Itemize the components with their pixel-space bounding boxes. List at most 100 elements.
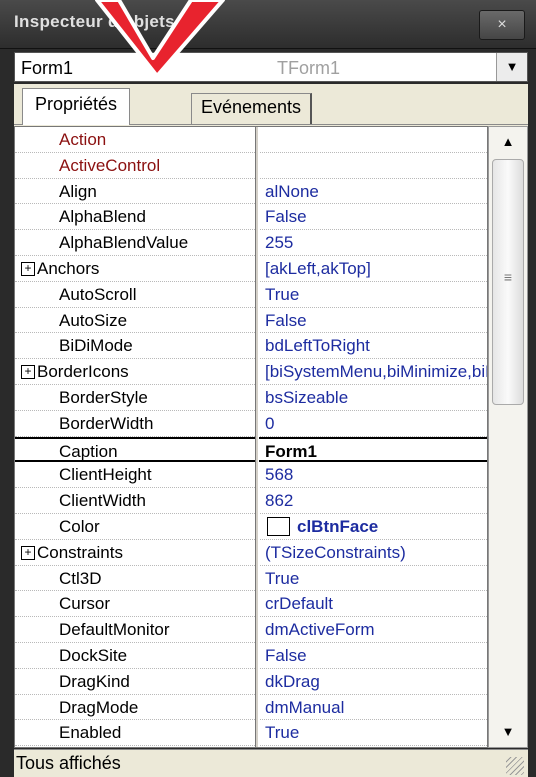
property-row[interactable]: ClientWidth 862 xyxy=(15,488,487,514)
property-value-cell[interactable]: True xyxy=(261,566,487,591)
property-value-cell[interactable] xyxy=(261,153,487,178)
property-name-cell: + Constraints xyxy=(15,540,255,565)
property-row[interactable]: AlphaBlendValue 255 xyxy=(15,230,487,256)
property-row[interactable]: BiDiMode bdLeftToRight xyxy=(15,333,487,360)
property-value-cell[interactable]: [akLeft,akTop] xyxy=(261,256,487,281)
property-value-cell[interactable]: 255 xyxy=(261,230,487,255)
property-row[interactable]: + Anchors [akLeft,akTop] xyxy=(15,256,487,282)
property-value-cell[interactable]: (TSizeConstraints) xyxy=(261,540,487,565)
property-name: BorderIcons xyxy=(37,362,129,382)
property-value-cell[interactable]: Form1 xyxy=(261,438,487,461)
property-value-cell[interactable]: False xyxy=(261,204,487,229)
status-bar: Tous affichés xyxy=(14,749,528,777)
property-row[interactable]: DefaultMonitor dmActiveForm xyxy=(15,617,487,643)
property-name: Ctl3D xyxy=(59,568,102,588)
property-row[interactable]: DragKind dkDrag xyxy=(15,669,487,695)
property-value-cell[interactable]: clBtnFace xyxy=(261,514,487,539)
property-row[interactable]: Enabled True xyxy=(15,720,487,747)
property-row[interactable]: BorderWidth 0 xyxy=(15,411,487,437)
property-value: True xyxy=(265,723,300,743)
status-text: Tous affichés xyxy=(16,753,121,773)
tab-strip: Propriétés Evénements xyxy=(14,84,528,125)
scroll-down-icon[interactable]: ▼ xyxy=(489,717,527,747)
property-name-cell: BorderStyle xyxy=(15,385,255,410)
vertical-scrollbar[interactable]: ▲ ≡ ▼ xyxy=(488,126,528,748)
property-row[interactable]: Caption Form1 xyxy=(15,436,487,463)
property-name: Constraints xyxy=(37,542,123,562)
property-row[interactable]: + Constraints (TSizeConstraints) xyxy=(15,540,487,566)
column-splitter[interactable] xyxy=(255,127,259,747)
property-row[interactable]: BorderStyle bsSizeable xyxy=(15,385,487,411)
property-value: [biSystemMenu,biMinimize,biMaximize] xyxy=(265,362,487,382)
property-value-cell[interactable]: True xyxy=(261,282,487,307)
property-value: False xyxy=(265,646,307,665)
property-value: Form1 xyxy=(265,441,317,461)
grip-icon: ≡ xyxy=(503,269,513,285)
property-name-cell: + BorderIcons xyxy=(15,359,255,384)
property-value-cell[interactable]: crDefault xyxy=(261,591,487,616)
property-value-cell[interactable]: [biSystemMenu,biMinimize,biMaximize] xyxy=(261,359,487,384)
property-value-cell[interactable]: dmManual xyxy=(261,695,487,720)
property-row[interactable]: Ctl3D True xyxy=(15,566,487,592)
property-value-cell[interactable]: True xyxy=(261,720,487,745)
property-row[interactable]: AutoSize False xyxy=(15,308,487,334)
property-row[interactable]: AutoScroll True xyxy=(15,282,487,308)
dropdown-arrow-icon[interactable]: ▼ xyxy=(496,53,527,81)
property-value-cell[interactable]: 862 xyxy=(261,488,487,513)
object-inspector-window: Inspecteur d'objets × Form1 TForm1 ▼ Pro… xyxy=(0,0,536,777)
property-value-cell[interactable]: alNone xyxy=(261,179,487,204)
property-value-cell[interactable]: False xyxy=(261,308,487,333)
property-row[interactable]: Action xyxy=(15,127,487,153)
resize-grip-icon[interactable] xyxy=(506,757,524,775)
property-row[interactable]: DragMode dmManual xyxy=(15,695,487,721)
property-value: crDefault xyxy=(265,594,334,614)
property-value-cell[interactable]: bdLeftToRight xyxy=(261,333,487,358)
property-name: AutoSize xyxy=(59,310,128,330)
tab-events[interactable]: Evénements xyxy=(191,93,313,124)
close-button[interactable]: × xyxy=(479,10,525,40)
property-name: Color xyxy=(59,517,100,536)
property-name-cell: AlphaBlend xyxy=(15,204,255,229)
object-name: Form1 xyxy=(21,58,74,78)
color-swatch xyxy=(267,517,290,536)
property-value-cell[interactable]: bsSizeable xyxy=(261,385,487,410)
expand-icon[interactable]: + xyxy=(21,262,35,276)
property-grid[interactable]: Action ActiveControl Align alNone AlphaBlend… xyxy=(14,126,488,748)
property-name-cell: DockSite xyxy=(15,643,255,668)
property-value-cell[interactable]: dkDrag xyxy=(261,669,487,694)
expand-icon[interactable]: + xyxy=(21,365,35,380)
property-name-cell: ClientHeight xyxy=(15,462,255,487)
property-value-cell[interactable] xyxy=(261,127,487,152)
property-name: DockSite xyxy=(59,646,128,665)
property-value: False xyxy=(265,310,307,330)
property-value: (TSizeConstraints) xyxy=(265,542,406,562)
property-value-cell[interactable]: dmActiveForm xyxy=(261,617,487,642)
property-value: clBtnFace xyxy=(297,517,379,536)
property-value: alNone xyxy=(265,181,319,201)
property-value-cell[interactable]: 0 xyxy=(261,411,487,436)
property-name-cell: BorderWidth xyxy=(15,411,255,436)
property-row[interactable]: DockSite False xyxy=(15,643,487,669)
property-row[interactable]: ActiveControl xyxy=(15,153,487,179)
property-row[interactable]: Cursor crDefault xyxy=(15,591,487,618)
property-row[interactable]: AlphaBlend False xyxy=(15,204,487,231)
object-selector-combo[interactable]: Form1 TForm1 ▼ xyxy=(14,52,528,82)
property-row[interactable]: Color clBtnFace xyxy=(15,514,487,540)
property-name: AlphaBlendValue xyxy=(59,233,189,253)
title-bar[interactable]: Inspecteur d'objets × xyxy=(0,0,536,49)
expand-icon[interactable]: + xyxy=(21,545,35,560)
property-name-cell: ActiveControl xyxy=(15,153,255,178)
scroll-up-icon[interactable]: ▲ xyxy=(489,127,527,157)
scroll-thumb[interactable]: ≡ xyxy=(492,159,524,405)
property-row[interactable]: Align alNone xyxy=(15,179,487,205)
property-value-cell[interactable]: 568 xyxy=(261,462,487,487)
property-row[interactable]: +BorderIcons [biSystemMenu,biMinimize,biM… xyxy=(15,359,487,385)
property-name-cell: Align xyxy=(15,179,255,204)
property-value-cell[interactable]: False xyxy=(261,643,487,668)
property-name: Action xyxy=(59,130,107,149)
property-name-cell: Cursor xyxy=(15,591,255,616)
property-value: bsSizeable xyxy=(265,388,349,407)
tab-properties[interactable]: Propriétés xyxy=(22,88,131,125)
property-name: AlphaBlend xyxy=(59,207,146,227)
property-row[interactable]: ClientHeight 568 xyxy=(15,462,487,489)
